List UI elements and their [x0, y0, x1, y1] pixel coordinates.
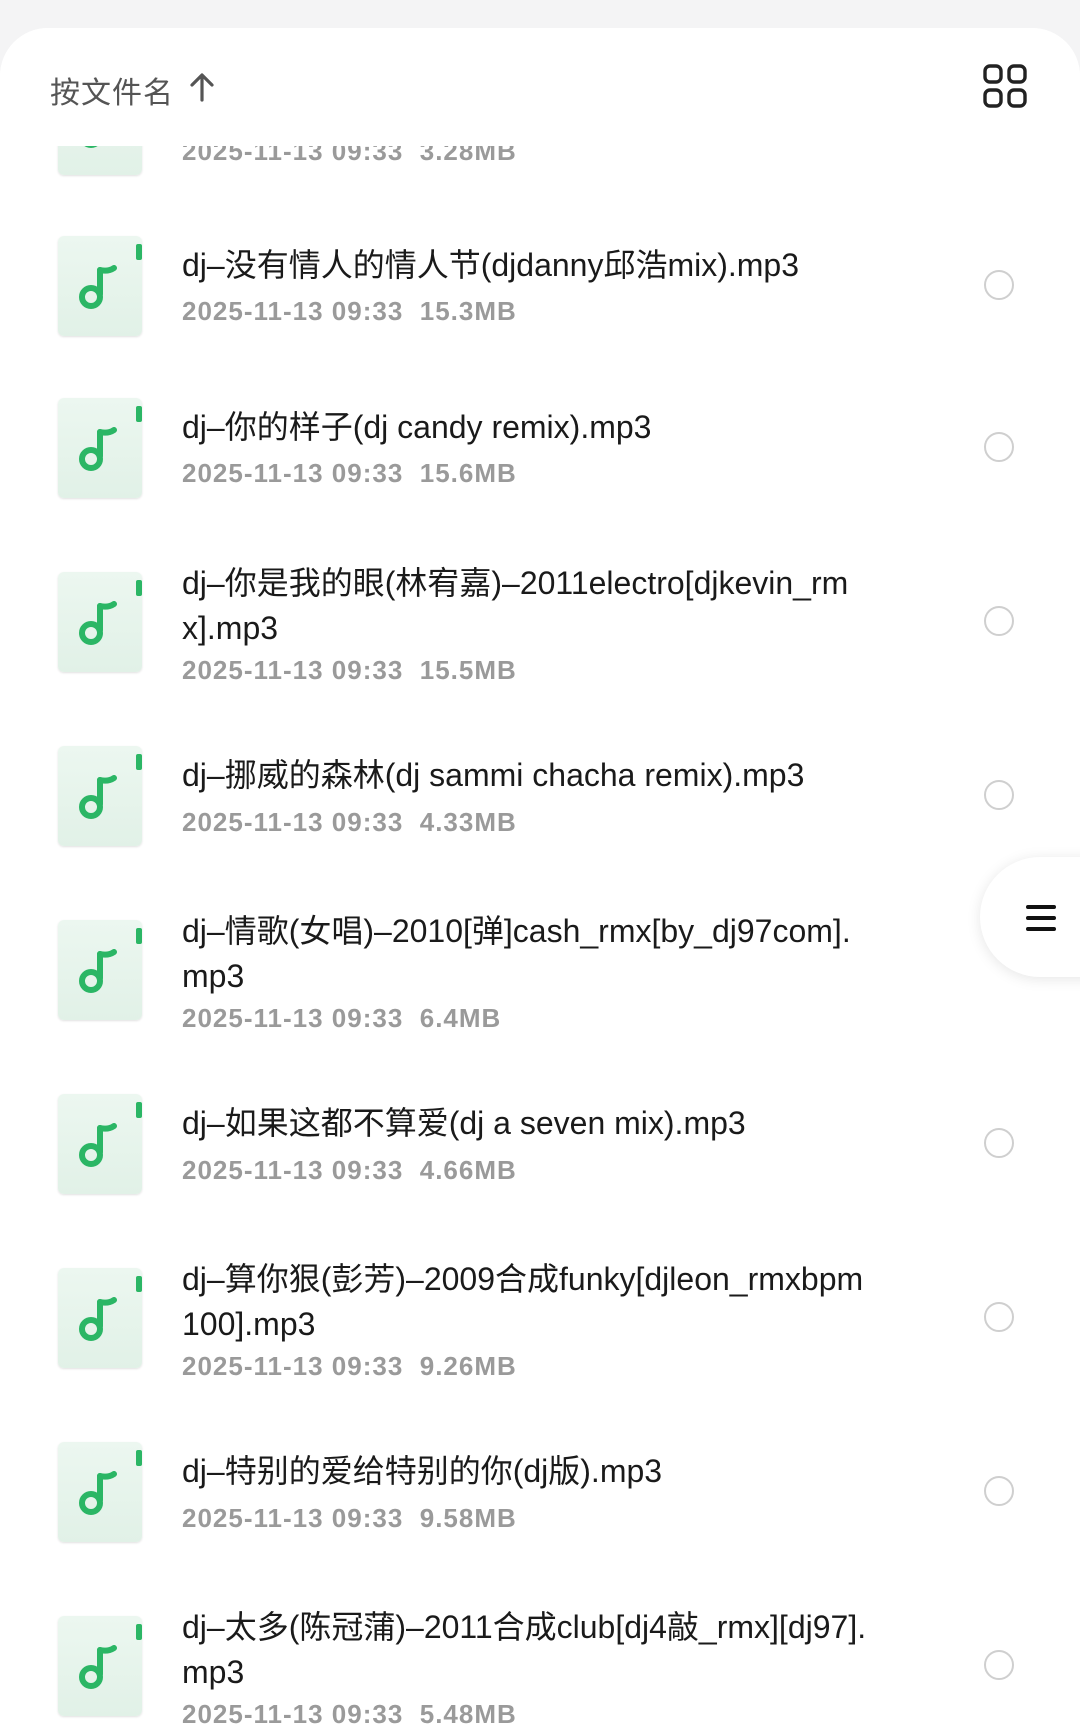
file-name: dj–特别的爱给特别的你(dj版).mp3	[182, 1453, 663, 1489]
music-file-thumbnail	[58, 236, 142, 336]
file-meta: 2025-11-13 09:33 9.58MB	[182, 1503, 517, 1533]
music-file-thumbnail	[58, 1442, 142, 1542]
menu-icon	[1026, 905, 1056, 931]
select-radio[interactable]	[984, 1302, 1014, 1332]
music-note-icon	[79, 1123, 117, 1167]
music-file-thumbnail	[58, 1616, 142, 1716]
file-meta: 2025-11-13 09:33 4.33MB	[182, 807, 517, 837]
select-radio[interactable]	[984, 1128, 1014, 1158]
file-name: dj–如果这都不算爱(dj a seven mix).mp3	[182, 1105, 746, 1141]
file-meta: 2025-11-13 09:33 4.66MB	[182, 1155, 517, 1185]
music-note-icon	[79, 775, 117, 819]
music-file-thumbnail	[58, 1094, 142, 1194]
grid-view-icon[interactable]	[983, 64, 1027, 108]
music-file-thumbnail	[58, 920, 142, 1020]
file-meta: 2025-11-13 09:33 9.26MB	[182, 1351, 517, 1381]
music-file-thumbnail	[58, 572, 142, 672]
file-name: dj–情歌(女唱)–2010[弹]cash_rmx[by_dj97com].mp…	[182, 913, 851, 994]
sort-header: 按文件名	[0, 28, 1080, 146]
select-radio[interactable]	[984, 270, 1014, 300]
music-file-thumbnail	[58, 398, 142, 498]
music-note-icon	[79, 427, 117, 471]
file-meta: 2025-11-13 09:33 5.48MB	[182, 1699, 517, 1729]
file-name: dj–挪威的森林(dj sammi chacha remix).mp3	[182, 757, 805, 793]
arrow-up-icon[interactable]	[188, 72, 216, 102]
file-name: dj–算你狠(彭芳)–2009合成funky[djleon_rmxbpm100]…	[182, 1261, 864, 1342]
music-note-icon	[79, 949, 117, 993]
select-radio[interactable]	[984, 1476, 1014, 1506]
music-note-icon	[79, 1645, 117, 1689]
file-list: 2025-11-13 09:33 3.28MB dj–没有情人的情人节(djda…	[0, 28, 1080, 1735]
music-note-icon	[79, 601, 117, 645]
file-list-sheet: 2025-11-13 09:33 3.28MB dj–没有情人的情人节(djda…	[0, 28, 1080, 1735]
music-file-thumbnail	[58, 746, 142, 846]
file-meta: 2025-11-13 09:33 15.5MB	[182, 655, 517, 685]
file-meta: 2025-11-13 09:33 15.6MB	[182, 458, 517, 488]
select-radio[interactable]	[984, 432, 1014, 462]
music-note-icon	[79, 1297, 117, 1341]
file-meta: 2025-11-13 09:33 6.4MB	[182, 1003, 502, 1033]
music-file-thumbnail	[58, 1268, 142, 1368]
file-name: dj–你是我的眼(林宥嘉)–2011electro[djkevin_rmx].m…	[182, 565, 849, 646]
select-radio[interactable]	[984, 606, 1014, 636]
music-note-icon	[79, 1471, 117, 1515]
sort-by-name-button[interactable]: 按文件名	[50, 68, 174, 112]
select-radio[interactable]	[984, 1650, 1014, 1680]
music-note-icon	[79, 265, 117, 309]
file-name: dj–太多(陈冠蒲)–2011合成club[dj4敲_rmx][dj97].mp…	[182, 1609, 867, 1690]
file-name: dj–没有情人的情人节(djdanny邱浩mix).mp3	[182, 247, 800, 283]
select-radio[interactable]	[984, 780, 1014, 810]
file-meta: 2025-11-13 09:33 15.3MB	[182, 296, 517, 326]
file-name: dj–你的样子(dj candy remix).mp3	[182, 409, 652, 445]
